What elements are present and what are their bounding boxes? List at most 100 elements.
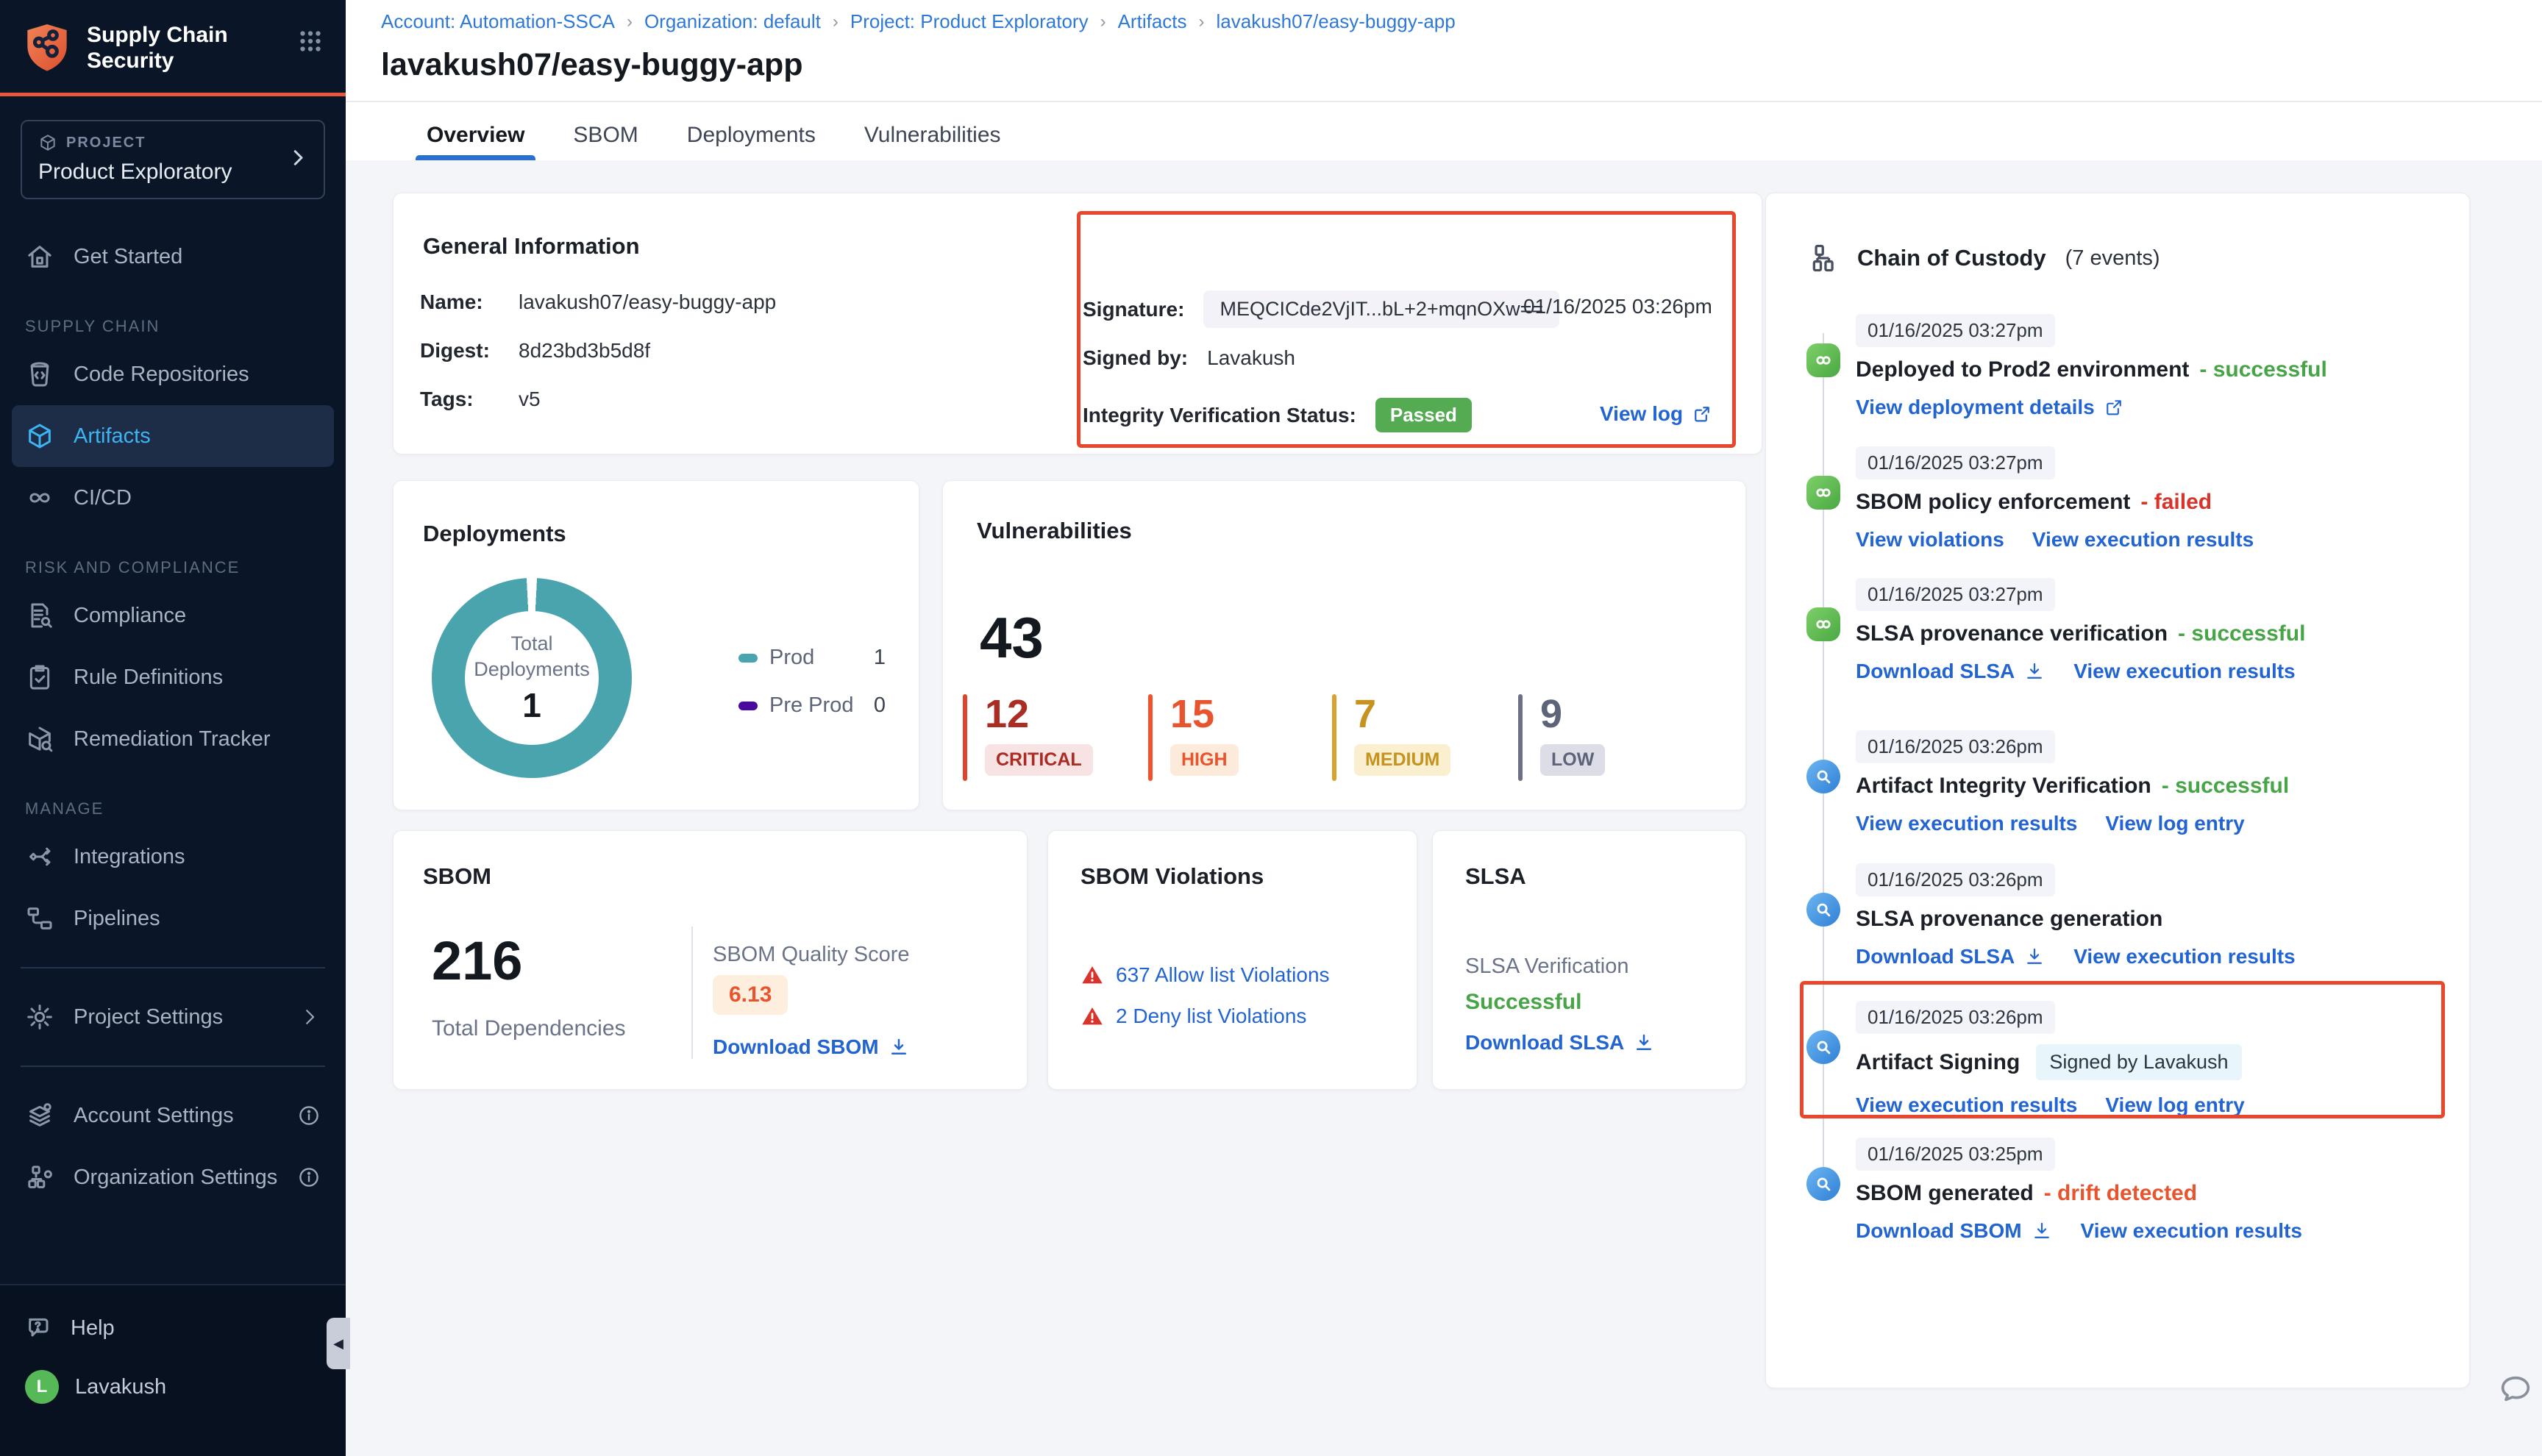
event-links: Download SLSA View execution results (1856, 945, 2429, 968)
vulnerabilities-card: Vulnerabilities 43 12 CRITICAL 15 HIGH 7… (942, 480, 1746, 810)
violation-link[interactable]: 2 Deny list Violations (1116, 1004, 1306, 1028)
chain-of-custody-panel: Chain of Custody (7 events) 01/16/2025 0… (1765, 193, 2470, 1388)
severity-low: 9 LOW (1518, 694, 1605, 781)
sidebar-divider (21, 967, 325, 968)
app-grid-icon[interactable] (297, 28, 324, 58)
breadcrumb-item[interactable]: Artifacts (1118, 10, 1187, 33)
event-title-row: SBOM policy enforcement- failed (1856, 490, 2429, 515)
breadcrumb-item[interactable]: Account: Automation-SSCA (381, 10, 615, 33)
download-sbom-link[interactable]: Download SBOM (1856, 1219, 2053, 1243)
tab-vulnerabilities[interactable]: Vulnerabilities (864, 110, 1001, 160)
sbom-title: SBOM (423, 863, 491, 890)
chevron-right-icon (299, 1006, 321, 1028)
view-execution-results-link[interactable]: View execution results (1856, 812, 2077, 835)
event-title-row: SBOM generated- drift detected (1856, 1181, 2429, 1206)
infinity-icon (25, 483, 54, 513)
event-timestamp: 01/16/2025 03:26pm (1856, 863, 2055, 896)
download-slsa-link[interactable]: Download SLSA (1856, 660, 2046, 683)
view-execution-results-link[interactable]: View execution results (2032, 528, 2254, 552)
sidebar-item-code-repositories[interactable]: Code Repositories (0, 343, 346, 405)
sidebar-item-label: Project Settings (74, 1005, 223, 1029)
tab-sbom[interactable]: SBOM (573, 110, 638, 160)
view-execution-results-link[interactable]: View execution results (1856, 1093, 2077, 1117)
signature-row: Signature: MEQCICde2VjIT...bL+2+mqnOXw== (1083, 290, 1559, 328)
signed-by-value: Lavakush (1207, 346, 1295, 370)
magnifier-icon (1806, 893, 1840, 927)
sidebar-item-integrations[interactable]: Integrations (0, 826, 346, 888)
event-title-row: Deployed to Prod2 environment- successfu… (1856, 357, 2429, 382)
download-slsa-link[interactable]: Download SLSA (1856, 945, 2046, 968)
view-log-entry-link[interactable]: View log entry (2105, 1093, 2244, 1117)
violation-link[interactable]: 637 Allow list Violations (1116, 963, 1330, 987)
chain-of-custody-header: Chain of Custody (7 events) (1809, 242, 2160, 274)
breadcrumb-item[interactable]: Organization: default (644, 10, 821, 33)
event-links: View execution results View log entry (1856, 1093, 2429, 1117)
view-deployment-details-link[interactable]: View deployment details (1856, 396, 2124, 419)
donut-caption: Total Deployments (465, 631, 599, 682)
download-icon (1633, 1032, 1655, 1054)
legend-label: Pre Prod (769, 693, 853, 718)
breadcrumb-separator: › (1100, 12, 1106, 32)
sidebar-item-label: Pipelines (74, 907, 160, 931)
tab-overview[interactable]: Overview (427, 110, 524, 160)
external-link-icon (2104, 397, 2124, 418)
event-timestamp: 01/16/2025 03:27pm (1856, 446, 2055, 479)
event-status: - successful (2178, 621, 2305, 646)
view-execution-results-link[interactable]: View execution results (2073, 660, 2295, 683)
magnifier-icon (1806, 1167, 1840, 1201)
user-menu[interactable]: L Lavakush (0, 1357, 346, 1416)
box-wrench-icon (25, 724, 54, 754)
tab-deployments[interactable]: Deployments (687, 110, 816, 160)
event-title-row: Artifact Integrity Verification- success… (1856, 774, 2429, 799)
slsa-title: SLSA (1465, 863, 1526, 890)
event-timestamp: 01/16/2025 03:26pm (1856, 1001, 2055, 1034)
project-selector[interactable]: PROJECT Product Exploratory (21, 120, 325, 199)
sidebar-collapse-handle[interactable]: ◀ (327, 1318, 350, 1369)
warning-icon (1080, 963, 1104, 987)
event-title: Artifact Integrity Verification (1856, 774, 2151, 799)
page-header: Account: Automation-SSCA › Organization: d… (346, 0, 2542, 160)
sidebar-item-get-started[interactable]: Get Started (0, 226, 346, 288)
download-sbom-link[interactable]: Download SBOM (713, 1035, 910, 1059)
sidebar-item-label: Artifacts (74, 424, 151, 449)
sidebar-item-compliance[interactable]: Compliance (0, 585, 346, 646)
doc-search-icon (25, 601, 54, 630)
sidebar-item-project-settings[interactable]: Project Settings (0, 986, 346, 1048)
gi-field-value: lavakush07/easy-buggy-app (519, 290, 776, 314)
view-execution-results-link[interactable]: View execution results (2073, 945, 2295, 968)
sidebar-item-pipelines[interactable]: Pipelines (0, 888, 346, 949)
breadcrumb-item[interactable]: lavakush07/easy-buggy-app (1217, 10, 1456, 33)
view-violations-link[interactable]: View violations (1856, 528, 2004, 552)
event-title-row: SLSA provenance verification- successful (1856, 621, 2429, 646)
deployments-title: Deployments (423, 521, 566, 547)
event-title: Deployed to Prod2 environment (1856, 357, 2189, 382)
chain-link-icon (1806, 476, 1840, 510)
view-execution-results-link[interactable]: View execution results (2081, 1219, 2302, 1243)
legend-item-prod: Prod1 (738, 646, 886, 670)
signature-timestamp: 01/16/2025 03:26pm (1523, 295, 1712, 318)
sidebar-item-ci-cd[interactable]: CI/CD (0, 467, 346, 529)
chain-event: 01/16/2025 03:27pmSLSA provenance verifi… (1856, 578, 2429, 683)
info-icon (297, 1166, 321, 1189)
sidebar-item-label: Integrations (74, 845, 185, 869)
chain-event: 01/16/2025 03:26pmArtifact SigningSigned… (1856, 1001, 2429, 1117)
integrity-status-row: Integrity Verification Status: Passed (1083, 398, 1472, 432)
view-log-link[interactable]: View log (1600, 402, 1712, 426)
help-button[interactable]: Help (0, 1299, 346, 1357)
chain-event: 01/16/2025 03:25pmSBOM generated- drift … (1856, 1138, 2429, 1243)
view-log-entry-link[interactable]: View log entry (2105, 812, 2244, 835)
sidebar-item-artifacts[interactable]: Artifacts (12, 405, 334, 467)
sidebar-item-rule-definitions[interactable]: Rule Definitions (0, 646, 346, 708)
sidebar-item-organization-settings[interactable]: Organization Settings (0, 1146, 346, 1208)
app-title: Supply Chain Security (87, 22, 297, 74)
event-badge: Signed by Lavakush (2036, 1044, 2241, 1080)
header-divider (346, 101, 2542, 102)
breadcrumb-item[interactable]: Project: Product Exploratory (850, 10, 1089, 33)
chat-bubble-icon[interactable] (2496, 1371, 2535, 1409)
project-cube-icon (38, 133, 57, 152)
sidebar-item-remediation-tracker[interactable]: Remediation Tracker (0, 708, 346, 770)
download-icon (2023, 946, 2046, 968)
download-slsa-link[interactable]: Download SLSA (1465, 1031, 1655, 1054)
sidebar-item-account-settings[interactable]: Account Settings (0, 1085, 346, 1146)
signature-value[interactable]: MEQCICde2VjIT...bL+2+mqnOXw== (1203, 290, 1559, 328)
